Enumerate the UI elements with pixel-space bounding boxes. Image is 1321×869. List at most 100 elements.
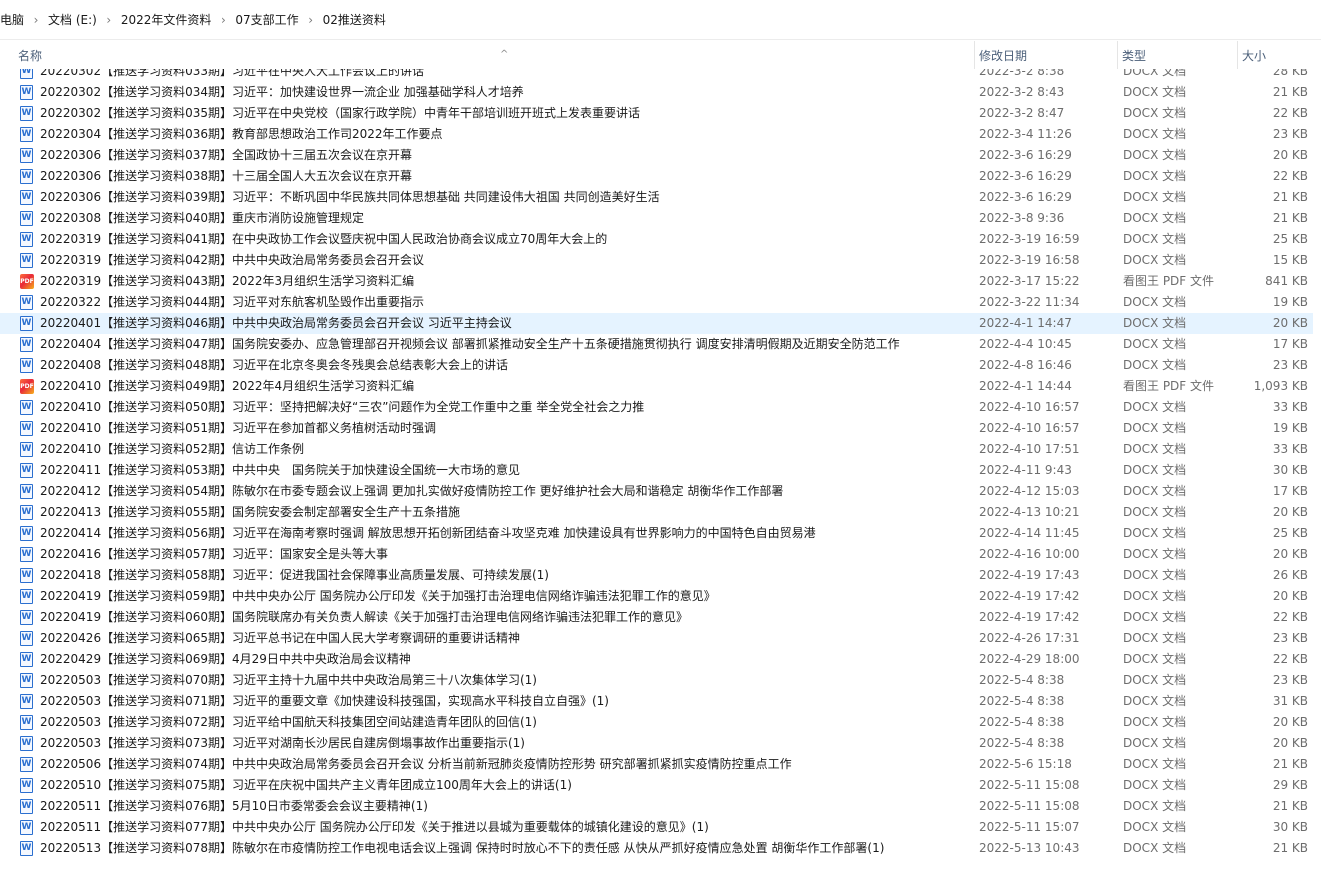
docx-icon-glyph: W — [20, 69, 33, 79]
docx-icon: W — [20, 778, 34, 793]
file-row[interactable]: W 20220510【推送学习资料075期】习近平在庆祝中国共产主义青年团成立10… — [0, 775, 1313, 796]
breadcrumb-item-drive-e[interactable]: 文档 (E:) — [44, 11, 101, 28]
file-row[interactable]: W 20220404【推送学习资料047期】国务院安委办、应急管理部召开视频会议 … — [0, 334, 1313, 355]
file-row[interactable]: W 20220426【推送学习资料065期】习近平总书记在中国人民大学考察调研的重… — [0, 628, 1313, 649]
file-type: DOCX 文档 — [1123, 463, 1187, 477]
file-row[interactable]: W 20220412【推送学习资料054期】陈敏尔在市委专题会议上强调 更加扎实做… — [0, 481, 1313, 502]
file-row[interactable]: W 20220302【推送学习资料034期】习近平：加快建设世界一流企业 加强基础… — [0, 82, 1313, 103]
breadcrumb-item-push-materials[interactable]: 02推送资料 — [319, 11, 390, 28]
file-date: 2022-3-19 16:58 — [979, 253, 1080, 267]
file-row[interactable]: W 20220419【推送学习资料060期】国务院联席办有关负责人解读《关于加强打… — [0, 607, 1313, 628]
column-header-date[interactable]: 修改日期 — [974, 41, 1117, 69]
file-row[interactable]: W 20220322【推送学习资料044期】习近平对东航客机坠毁作出重要指示 202… — [0, 292, 1313, 313]
breadcrumb-item-branch-work[interactable]: 07支部工作 — [231, 11, 302, 28]
breadcrumb: 电脑 › 文档 (E:) › 2022年文件资料 › 07支部工作 › 02推送… — [0, 0, 1321, 40]
file-row[interactable]: W 20220306【推送学习资料039期】习近平：不断巩固中华民族共同体思想基础… — [0, 187, 1313, 208]
file-row[interactable]: W 20220308【推送学习资料040期】重庆市消防设施管理规定 2022-3-8… — [0, 208, 1313, 229]
pdf-icon: PDF — [20, 379, 34, 394]
file-row[interactable]: W 20220302【推送学习资料033期】习近平在中央人大工作会议上的讲话 202… — [0, 69, 1313, 82]
file-size: 23 KB — [1272, 358, 1308, 372]
file-name: 20220401【推送学习资料046期】中共中央政治局常务委员会召开会议 习近平… — [40, 316, 512, 330]
file-name: 20220319【推送学习资料043期】2022年3月组织生活学习资料汇编 — [40, 274, 415, 288]
file-type: DOCX 文档 — [1123, 799, 1187, 813]
file-type: 看图王 PDF 文件 — [1123, 274, 1215, 288]
chevron-right-icon[interactable]: › — [303, 13, 319, 27]
docx-icon-glyph: W — [20, 820, 33, 835]
file-row[interactable]: W 20220416【推送学习资料057期】习近平：国家安全是头等大事 2022-4… — [0, 544, 1313, 565]
file-row[interactable]: W 20220411【推送学习资料053期】中共中央 国务院关于加快建设全国统一大… — [0, 460, 1313, 481]
docx-icon: W — [20, 715, 34, 730]
file-type: DOCX 文档 — [1123, 358, 1187, 372]
file-date: 2022-5-11 15:07 — [979, 820, 1080, 834]
docx-icon: W — [20, 400, 34, 415]
file-date: 2022-4-10 17:51 — [979, 442, 1080, 456]
file-row[interactable]: W 20220511【推送学习资料076期】5月10日市委常委会会议主要精神(1)… — [0, 796, 1313, 817]
docx-icon-glyph: W — [20, 106, 33, 121]
column-header-size[interactable]: 大小 — [1237, 41, 1321, 69]
file-row[interactable]: W 20220503【推送学习资料073期】习近平对湖南长沙居民自建房倒塌事故作出… — [0, 733, 1313, 754]
file-row[interactable]: W 20220503【推送学习资料072期】习近平给中国航天科技集团空间站建造青年… — [0, 712, 1313, 733]
chevron-right-icon[interactable]: › — [28, 13, 44, 27]
breadcrumb-item-2022-files[interactable]: 2022年文件资料 — [117, 11, 216, 28]
chevron-right-icon[interactable]: › — [101, 13, 117, 27]
column-header-type[interactable]: 类型 — [1117, 41, 1237, 69]
file-type: DOCX 文档 — [1123, 631, 1187, 645]
file-name: 20220414【推送学习资料056期】习近平在海南考察时强调 解放思想开拓创新… — [40, 526, 816, 540]
file-list[interactable]: W 20220302【推送学习资料033期】习近平在中央人大工作会议上的讲话 202… — [0, 69, 1321, 869]
file-row[interactable]: W 20220513【推送学习资料078期】陈敏尔在市疫情防控工作电视电话会议上强… — [0, 838, 1313, 859]
file-date: 2022-4-1 14:44 — [979, 379, 1072, 393]
file-row[interactable]: W 20220503【推送学习资料070期】习近平主持十九届中共中央政治局第三十八… — [0, 670, 1313, 691]
file-date: 2022-5-4 8:38 — [979, 694, 1065, 708]
file-row[interactable]: W 20220418【推送学习资料058期】习近平：促进我国社会保障事业高质量发展… — [0, 565, 1313, 586]
file-row[interactable]: W 20220410【推送学习资料050期】习近平：坚持把解决好“三农”问题作为全… — [0, 397, 1313, 418]
column-header-name[interactable]: 名称 ^ — [14, 41, 972, 69]
chevron-right-icon[interactable]: › — [215, 13, 231, 27]
file-type: DOCX 文档 — [1123, 316, 1187, 330]
file-row[interactable]: PDF 20220410【推送学习资料049期】2022年4月组织生活学习资料汇编… — [0, 376, 1313, 397]
file-row[interactable]: W 20220304【推送学习资料036期】教育部思想政治工作司2022年工作要点… — [0, 124, 1313, 145]
file-row[interactable]: W 20220408【推送学习资料048期】习近平在北京冬奥会冬残奥会总结表彰大会… — [0, 355, 1313, 376]
file-row[interactable]: W 20220319【推送学习资料042期】中共中央政治局常务委员会召开会议 202… — [0, 250, 1313, 271]
file-date: 2022-3-8 9:36 — [979, 211, 1065, 225]
file-row[interactable]: W 20220401【推送学习资料046期】中共中央政治局常务委员会召开会议 习近… — [0, 313, 1313, 334]
file-row[interactable]: W 20220511【推送学习资料077期】中共中央办公厅 国务院办公厅印发《关于… — [0, 817, 1313, 838]
file-type: DOCX 文档 — [1123, 190, 1187, 204]
file-row[interactable]: W 20220410【推送学习资料052期】信访工作条例 2022-4-10 17:… — [0, 439, 1313, 460]
breadcrumb-item-computer[interactable]: 电脑 — [0, 11, 28, 28]
file-date: 2022-4-19 17:42 — [979, 589, 1080, 603]
file-type: DOCX 文档 — [1123, 568, 1187, 582]
docx-icon-glyph: W — [20, 421, 33, 436]
file-name: 20220302【推送学习资料035期】习近平在中央党校（国家行政学院）中青年干… — [40, 106, 640, 120]
file-type: DOCX 文档 — [1123, 526, 1187, 540]
file-row[interactable]: W 20220506【推送学习资料074期】中共中央政治局常务委员会召开会议 分析… — [0, 754, 1313, 775]
docx-icon-glyph: W — [20, 589, 33, 604]
file-size: 19 KB — [1272, 295, 1308, 309]
file-size: 20 KB — [1272, 505, 1308, 519]
file-row[interactable]: W 20220413【推送学习资料055期】国务院安委会制定部署安全生产十五条措施… — [0, 502, 1313, 523]
file-row[interactable]: W 20220429【推送学习资料069期】4月29日中共中央政治局会议精神 202… — [0, 649, 1313, 670]
file-row[interactable]: W 20220302【推送学习资料035期】习近平在中央党校（国家行政学院）中青年… — [0, 103, 1313, 124]
file-size: 17 KB — [1272, 484, 1308, 498]
docx-icon-glyph: W — [20, 610, 33, 625]
column-header-type-label: 类型 — [1122, 49, 1147, 63]
file-date: 2022-4-19 17:42 — [979, 610, 1080, 624]
file-name: 20220302【推送学习资料034期】习近平：加快建设世界一流企业 加强基础学… — [40, 85, 524, 99]
file-row[interactable]: W 20220414【推送学习资料056期】习近平在海南考察时强调 解放思想开拓创… — [0, 523, 1313, 544]
file-row[interactable]: W 20220306【推送学习资料038期】十三届全国人大五次会议在京开幕 2022… — [0, 166, 1313, 187]
file-row[interactable]: W 20220319【推送学习资料041期】在中央政协工作会议暨庆祝中国人民政治协… — [0, 229, 1313, 250]
file-name: 20220418【推送学习资料058期】习近平：促进我国社会保障事业高质量发展、… — [40, 568, 549, 582]
file-row[interactable]: W 20220419【推送学习资料059期】中共中央办公厅 国务院办公厅印发《关于… — [0, 586, 1313, 607]
docx-icon-glyph: W — [20, 148, 33, 163]
file-row[interactable]: PDF 20220319【推送学习资料043期】2022年3月组织生活学习资料汇编… — [0, 271, 1313, 292]
file-name: 20220503【推送学习资料072期】习近平给中国航天科技集团空间站建造青年团… — [40, 715, 537, 729]
file-row[interactable]: W 20220410【推送学习资料051期】习近平在参加首都义务植树活动时强调 20… — [0, 418, 1313, 439]
file-row[interactable]: W 20220306【推送学习资料037期】全国政协十三届五次会议在京开幕 2022… — [0, 145, 1313, 166]
file-size: 22 KB — [1272, 610, 1308, 624]
file-name: 20220319【推送学习资料042期】中共中央政治局常务委员会召开会议 — [40, 253, 424, 267]
docx-icon: W — [20, 463, 34, 478]
file-size: 30 KB — [1272, 820, 1308, 834]
file-row[interactable]: W 20220503【推送学习资料071期】习近平的重要文章《加快建设科技强国，实… — [0, 691, 1313, 712]
file-type: DOCX 文档 — [1123, 841, 1187, 855]
file-type: DOCX 文档 — [1123, 253, 1187, 267]
docx-icon: W — [20, 253, 34, 268]
